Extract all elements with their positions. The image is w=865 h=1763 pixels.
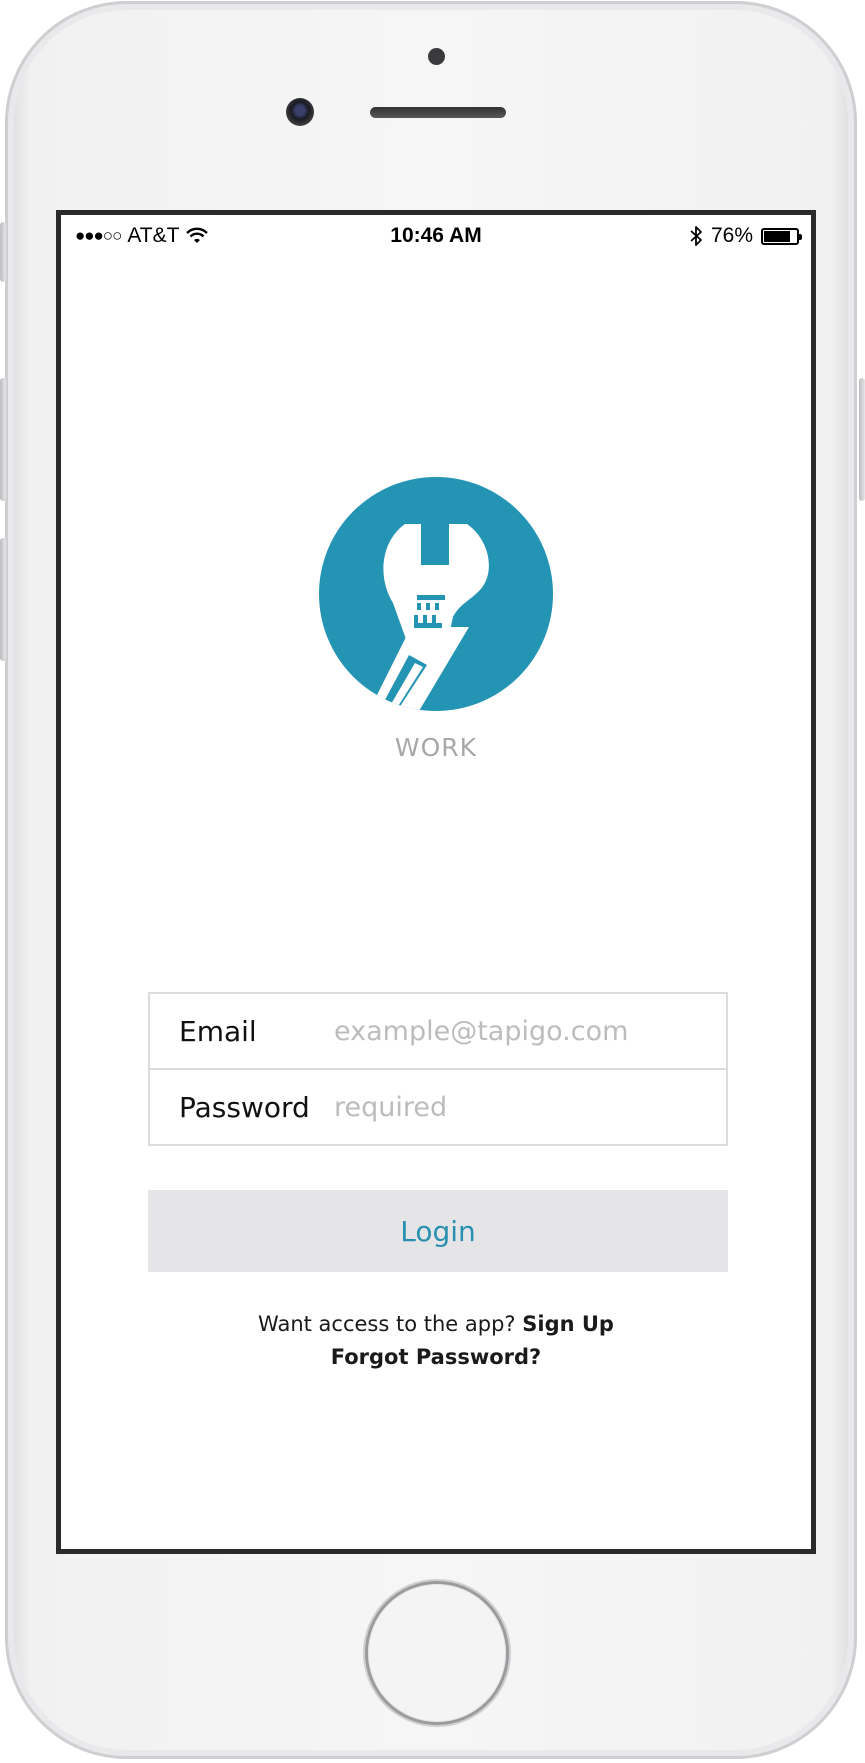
login-form: Email Password: [148, 992, 728, 1146]
signup-line: Want access to the app? Sign Up: [61, 1308, 811, 1341]
logo-container: [61, 477, 811, 715]
device-mockup: ●●●○○ AT&T 10:46 AM 76% WORK Email examp…: [0, 0, 865, 1763]
battery-fill: [764, 230, 790, 242]
email-label: Email: [179, 1014, 257, 1048]
volume-up-button: [0, 378, 6, 501]
status-right: 76%: [689, 224, 802, 248]
battery-percent: 76%: [710, 224, 753, 247]
volume-down-button: [0, 538, 6, 661]
password-label: Password: [179, 1090, 310, 1124]
bluetooth-icon: [690, 226, 702, 246]
signup-link[interactable]: Sign Up: [522, 1312, 614, 1336]
home-button[interactable]: [368, 1584, 506, 1722]
front-camera: [286, 98, 314, 126]
power-button: [859, 378, 865, 501]
phone-frame: ●●●○○ AT&T 10:46 AM 76% WORK Email examp…: [5, 1, 857, 1759]
mute-switch: [0, 222, 6, 282]
login-button[interactable]: Login: [148, 1190, 728, 1272]
status-bar: ●●●○○ AT&T 10:46 AM 76%: [61, 215, 811, 255]
app-name: WORK: [394, 733, 478, 762]
password-field[interactable]: [334, 1091, 726, 1123]
forgot-password-link[interactable]: Forgot Password?: [331, 1345, 541, 1369]
wrench-icon: [319, 477, 553, 711]
signup-prompt: Want access to the app?: [258, 1312, 516, 1336]
earpiece-speaker: [370, 107, 506, 118]
battery-icon: [761, 227, 802, 245]
email-field[interactable]: [334, 1015, 726, 1047]
phone-screen: ●●●○○ AT&T 10:46 AM 76% WORK Email examp…: [56, 210, 816, 1554]
email-row: Email: [150, 994, 726, 1068]
proximity-sensor: [428, 48, 445, 65]
auth-links: Want access to the app? Sign Up Forgot P…: [61, 1308, 811, 1374]
password-row: Password: [150, 1068, 726, 1144]
